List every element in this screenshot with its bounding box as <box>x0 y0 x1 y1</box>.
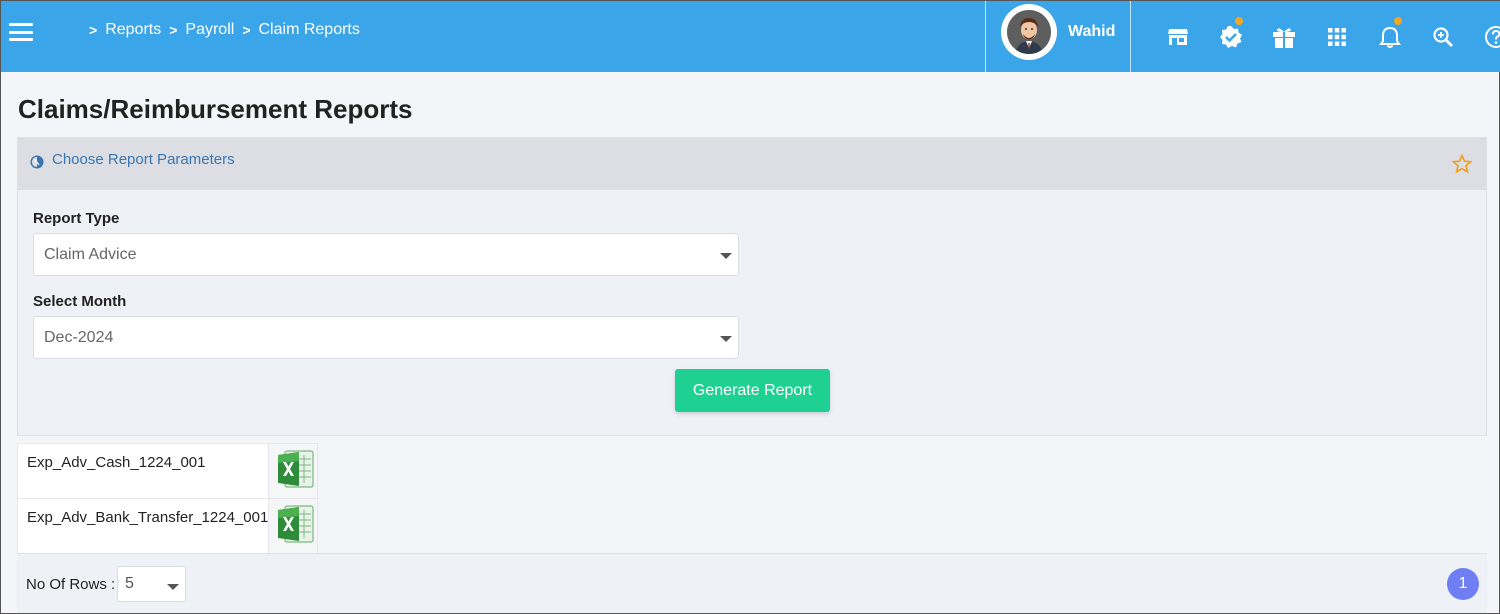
pagination-page-1[interactable]: 1 <box>1447 568 1479 600</box>
panel-header[interactable]: Choose Report Parameters <box>18 138 1486 190</box>
select-month-select[interactable]: Dec-2024 <box>33 316 739 359</box>
breadcrumb-separator: > <box>242 22 251 38</box>
file-name: Exp_Adv_Bank_Transfer_1224_001 <box>16 498 270 554</box>
download-cell <box>268 443 318 499</box>
report-type-label: Report Type <box>33 210 120 227</box>
hamburger-menu-icon[interactable] <box>9 23 33 41</box>
rows-per-page-value: 5 <box>125 575 134 592</box>
breadcrumb: > Reports > Payroll > Claim Reports <box>89 21 360 39</box>
search-zoom-icon[interactable] <box>1416 1 1469 72</box>
select-month-label: Select Month <box>33 293 127 310</box>
file-name: Exp_Adv_Cash_1224_001 <box>16 443 270 499</box>
store-icon[interactable] <box>1151 1 1204 72</box>
breadcrumb-separator: > <box>89 22 98 38</box>
top-bar: > Reports > Payroll > Claim Reports Wahi… <box>1 1 1500 72</box>
generate-report-button[interactable]: Generate Report <box>675 369 830 412</box>
notification-dot <box>1235 17 1243 25</box>
generated-files-table: Exp_Adv_Cash_1224_001 Exp_Adv_Bank_Trans… <box>16 443 318 554</box>
apps-grid-icon[interactable] <box>1310 1 1363 72</box>
breadcrumb-separator: > <box>169 22 178 38</box>
rows-per-page-label: No Of Rows : <box>26 576 116 593</box>
top-icon-bar <box>1151 1 1500 72</box>
panel-title: Choose Report Parameters <box>52 151 235 168</box>
star-favorite-icon[interactable] <box>1451 153 1473 179</box>
breadcrumb-claim-reports[interactable]: Claim Reports <box>259 21 360 39</box>
chevron-down-icon <box>167 584 179 590</box>
avatar[interactable] <box>1001 4 1057 60</box>
user-name[interactable]: Wahid <box>1068 23 1115 41</box>
excel-icon[interactable] <box>277 449 315 489</box>
table-row: Exp_Adv_Cash_1224_001 <box>16 443 318 499</box>
help-icon[interactable] <box>1469 1 1500 72</box>
report-parameters-panel: Choose Report Parameters Report Type Cla… <box>17 137 1487 436</box>
gift-icon[interactable] <box>1257 1 1310 72</box>
chevron-down-icon <box>720 336 732 342</box>
breadcrumb-payroll[interactable]: Payroll <box>185 21 234 39</box>
chevron-down-icon <box>720 253 732 259</box>
breadcrumb-reports[interactable]: Reports <box>105 21 161 39</box>
bell-icon[interactable] <box>1363 1 1416 72</box>
select-month-value: Dec-2024 <box>44 329 114 346</box>
report-type-value: Claim Advice <box>44 246 137 263</box>
download-cell <box>268 498 318 554</box>
parameters-icon <box>30 155 44 174</box>
page-title: Claims/Reimbursement Reports <box>18 94 413 124</box>
verified-badge-icon[interactable] <box>1204 1 1257 72</box>
user-menu[interactable]: Wahid <box>985 1 1131 72</box>
table-footer: No Of Rows : 5 1 <box>17 553 1487 613</box>
table-row: Exp_Adv_Bank_Transfer_1224_001 <box>16 498 318 554</box>
notification-dot <box>1394 17 1402 25</box>
report-type-select[interactable]: Claim Advice <box>33 233 739 276</box>
excel-icon[interactable] <box>277 504 315 544</box>
rows-per-page-select[interactable]: 5 <box>117 566 186 602</box>
